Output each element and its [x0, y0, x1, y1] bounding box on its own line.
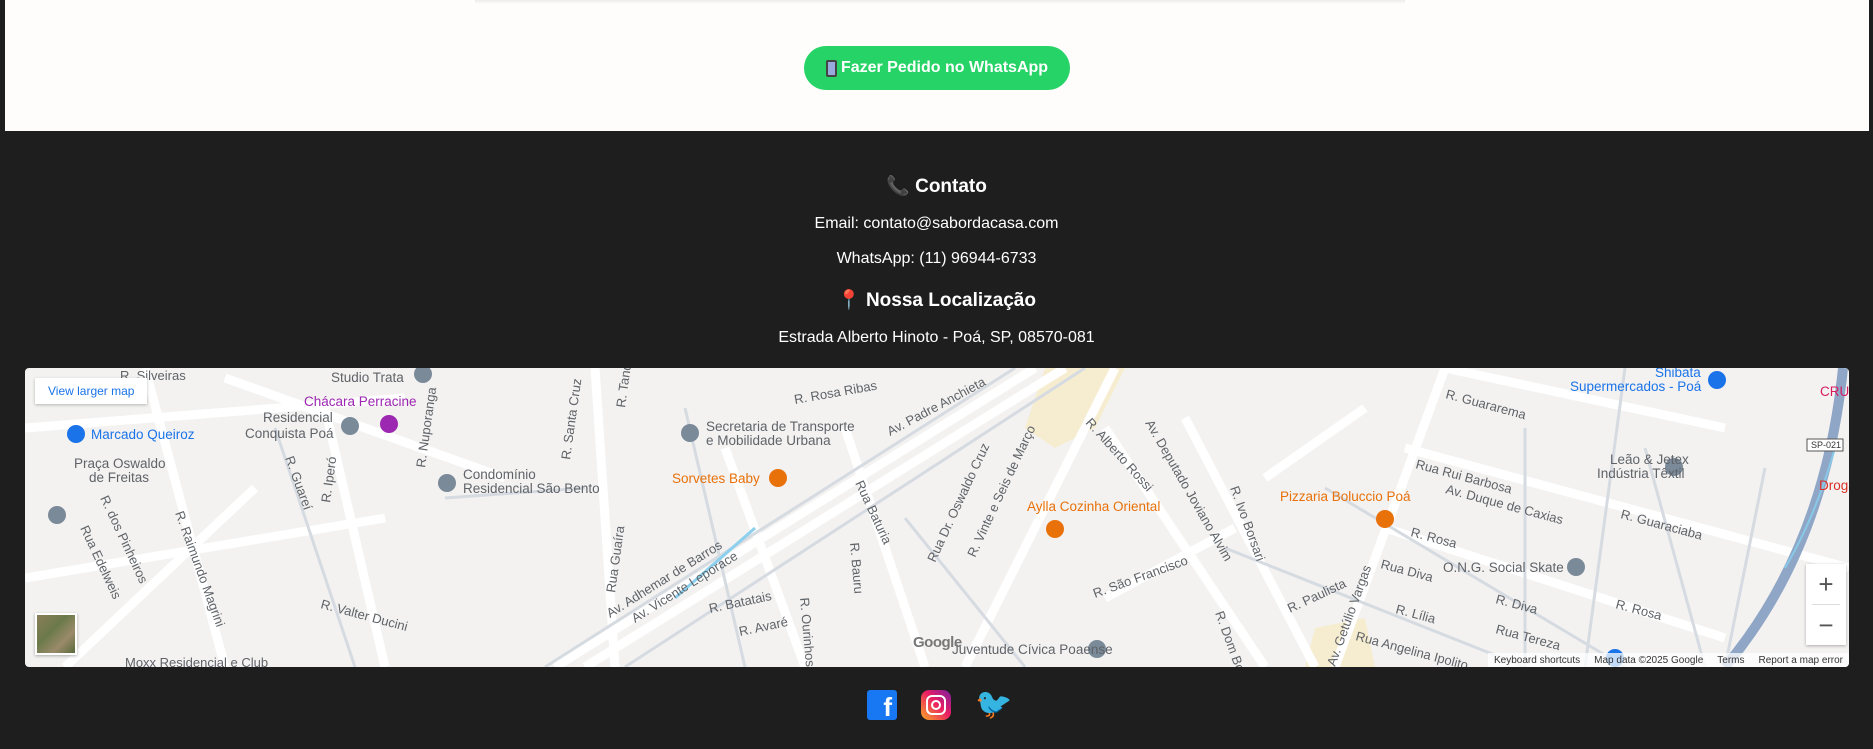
svg-text:R. Valter Ducini: R. Valter Ducini [319, 596, 409, 634]
svg-text:Rua Diva: Rua Diva [1379, 556, 1435, 585]
svg-text:Supermercados - Poá: Supermercados - Poá [1570, 379, 1702, 394]
svg-text:R. Bauru: R. Bauru [847, 542, 866, 594]
svg-text:CRU: CRU [1820, 384, 1849, 399]
instagram-icon[interactable] [921, 690, 951, 720]
telephone-icon: 📞 [886, 176, 910, 197]
svg-text:Secretaria de Transporte: Secretaria de Transporte [706, 419, 855, 434]
svg-text:Chácara Perracine: Chácara Perracine [304, 394, 417, 409]
terms-link[interactable]: Terms [1717, 655, 1744, 666]
pin-icon: 📍 [837, 290, 861, 311]
card-shadow [475, 0, 1405, 4]
svg-text:Drogaria: Drogaria [1819, 478, 1849, 493]
svg-text:Sorvetes Baby: Sorvetes Baby [672, 471, 760, 486]
svg-text:Condomínio: Condomínio [463, 467, 536, 482]
view-larger-map-link[interactable]: View larger map [35, 378, 148, 404]
svg-text:Aylla Cozinha Oriental: Aylla Cozinha Oriental [1027, 499, 1160, 514]
svg-text:Praça Oswaldo: Praça Oswaldo [74, 456, 166, 471]
svg-text:Marcado Queiroz: Marcado Queiroz [91, 427, 195, 442]
svg-text:Leão & Jetex: Leão & Jetex [1610, 452, 1689, 467]
facebook-icon[interactable]: f [867, 690, 897, 720]
google-logo: Google [913, 634, 962, 651]
zoom-out-button[interactable]: − [1806, 605, 1846, 645]
zoom-control: + − [1806, 564, 1846, 645]
contact-whatsapp: WhatsApp: (11) 96944-6733 [836, 250, 1037, 267]
location-heading: 📍 Nossa Localização [837, 290, 1036, 311]
svg-text:Moxx Residencial e Club: Moxx Residencial e Club [125, 655, 268, 667]
svg-text:R. São Francisco: R. São Francisco [1091, 553, 1190, 601]
svg-text:R. Iperó: R. Iperó [318, 456, 339, 504]
svg-text:R. Diva: R. Diva [1494, 591, 1540, 617]
whatsapp-order-button[interactable]: Fazer Pedido no WhatsApp [804, 46, 1070, 90]
svg-text:Rua Tereza: Rua Tereza [1494, 621, 1563, 653]
social-links: f 🐦 [867, 690, 1012, 720]
svg-text:R. Tanq: R. Tanq [613, 368, 634, 408]
svg-text:Studio Trata: Studio Trata [331, 370, 404, 385]
svg-text:R. Rosa Ribas: R. Rosa Ribas [793, 378, 879, 407]
svg-text:Residencial: Residencial [263, 410, 333, 425]
svg-text:R. Santa Cruz: R. Santa Cruz [558, 377, 584, 460]
map-data-text: Map data ©2025 Google [1594, 654, 1704, 666]
contact-email: Email: contato@sabordacasa.com [814, 215, 1059, 232]
google-map[interactable]: R. Silveiras R. Rosa Ribas Av. Padre Anc… [25, 368, 1849, 667]
contact-heading: 📞 Contato [886, 176, 987, 197]
svg-text:R. Rosa: R. Rosa [1614, 596, 1664, 623]
svg-text:R. Avaré: R. Avaré [738, 614, 790, 639]
svg-text:R. Guararema: R. Guararema [1444, 386, 1528, 422]
mobile-phone-icon [825, 59, 837, 77]
svg-text:R. Guareí: R. Guareí [282, 454, 316, 512]
map-canvas[interactable]: R. Silveiras R. Rosa Ribas Av. Padre Anc… [25, 368, 1849, 667]
svg-text:de Freitas: de Freitas [89, 470, 149, 485]
svg-text:e Mobilidade Urbana: e Mobilidade Urbana [706, 433, 831, 448]
location-address: Estrada Alberto Hinoto - Poá, SP, 08570-… [778, 329, 1095, 346]
svg-text:Juventude Cívica Poaense: Juventude Cívica Poaense [952, 642, 1113, 657]
keyboard-shortcuts-link[interactable]: Keyboard shortcuts [1494, 655, 1580, 666]
map-attribution: Keyboard shortcuts Map data ©2025 Google… [1487, 653, 1849, 667]
satellite-toggle[interactable] [35, 613, 77, 655]
svg-text:Residencial São Bento: Residencial São Bento [463, 481, 600, 496]
svg-text:R. Paulista: R. Paulista [1285, 575, 1349, 615]
zoom-in-button[interactable]: + [1806, 564, 1846, 604]
svg-text:Conquista Poá: Conquista Poá [245, 426, 334, 441]
twitter-icon[interactable]: 🐦 [975, 690, 1012, 720]
whatsapp-order-label: Fazer Pedido no WhatsApp [840, 59, 1049, 76]
route-shield-label: SP-021 [1811, 440, 1841, 450]
report-error-link[interactable]: Report a map error [1759, 655, 1843, 666]
svg-text:O.N.G. Social Skate: O.N.G. Social Skate [1443, 560, 1564, 575]
svg-text:Indústria Têxtil: Indústria Têxtil [1597, 466, 1685, 481]
svg-text:Pizzaria Boluccio Poá: Pizzaria Boluccio Poá [1280, 489, 1411, 504]
